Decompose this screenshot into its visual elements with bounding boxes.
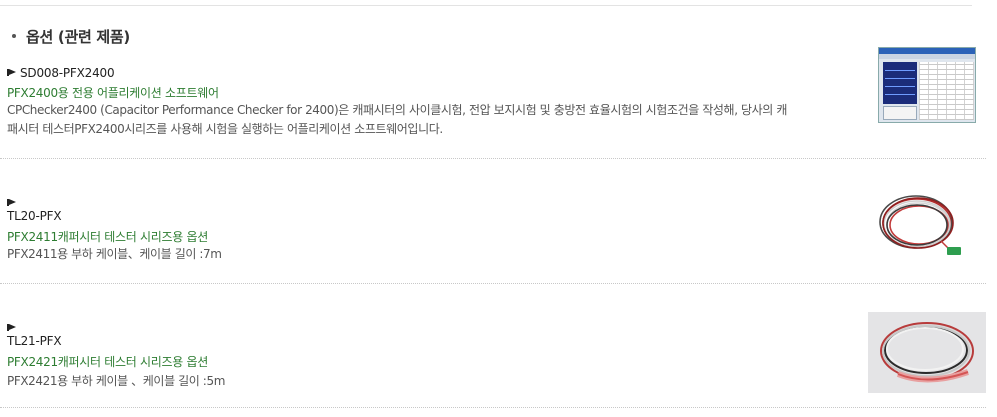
product-item-tl21: TL21-PFX PFX2421캐퍼시터 테스터 시리즈용 옵션 PFX2421… [0, 284, 986, 408]
product-image-cable[interactable] [875, 189, 965, 269]
data-grid [919, 62, 974, 120]
product-description: PFX2411용 부하 케이블、케이블 길이 :7m [7, 247, 222, 261]
model-name[interactable]: TL21-PFX [7, 334, 62, 348]
connector-icon [947, 247, 961, 255]
product-subtitle: PFX2421캐퍼시터 테스터 시리즈용 옵션 [7, 355, 208, 369]
flag-icon [7, 69, 17, 76]
product-description: CPChecker2400 (Capacitor Performance Che… [7, 103, 788, 136]
product-subtitle: PFX2400용 전용 어플리케이션 소프트웨어 [7, 86, 219, 100]
model-name[interactable]: SD008-PFX2400 [7, 66, 115, 80]
product-description: PFX2421용 부하 케이블 、케이블 길이 :5m [7, 374, 225, 388]
window-menubar [879, 54, 975, 59]
product-item-tl20: TL20-PFX PFX2411캐퍼시터 테스터 시리즈용 옵션 PFX2411… [0, 159, 986, 284]
section-title: 옵션 (관련 제품) [8, 26, 130, 47]
bullet-icon [12, 34, 16, 38]
product-item-sd008: SD008-PFX2400 PFX2400용 전용 어플리케이션 소프트웨어 C… [0, 47, 986, 159]
control-panel [883, 106, 917, 120]
model-name[interactable]: TL20-PFX [7, 209, 62, 223]
product-image-software[interactable] [878, 47, 976, 123]
product-image-cable[interactable] [868, 312, 986, 393]
item-separator [0, 407, 986, 408]
waveform-plot [883, 62, 917, 104]
top-divider [0, 5, 972, 6]
section-title-text: 옵션 (관련 제품) [26, 28, 130, 46]
product-subtitle: PFX2411캐퍼시터 테스터 시리즈용 옵션 [7, 230, 208, 244]
